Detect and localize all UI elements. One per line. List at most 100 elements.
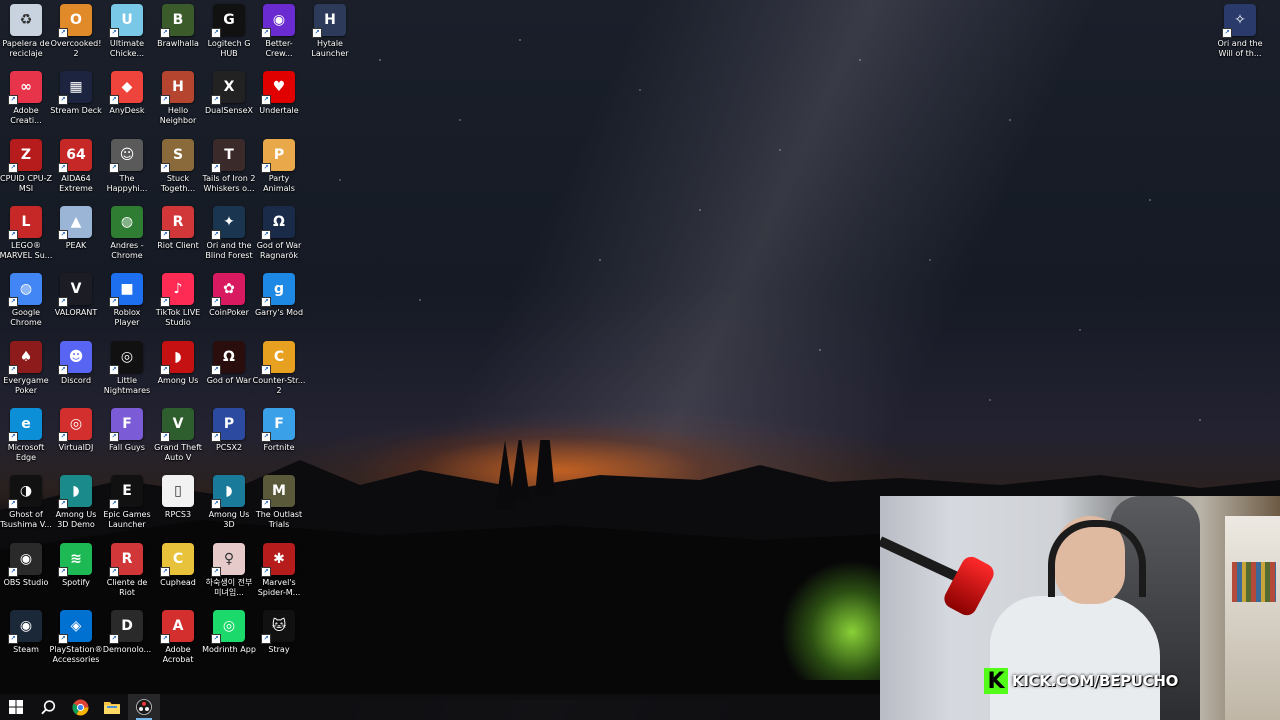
desktop-icon-dualsensex[interactable]: X ↗ DualSenseX: [203, 71, 255, 137]
shortcut-arrow-icon: ↗: [1222, 28, 1232, 38]
shortcut-arrow-icon: ↗: [109, 365, 119, 375]
desktop-icon-spider-man[interactable]: ✱ ↗ Marvel's Spider-M...: [253, 543, 305, 609]
desktop-icon-logitech-ghub[interactable]: G ↗ Logitech G HUB: [203, 4, 255, 70]
desktop-icon-anydesk[interactable]: ◆ ↗ AnyDesk: [101, 71, 153, 137]
desktop-icon-chrome-profile[interactable]: ◍ Andres - Chrome: [101, 206, 153, 272]
desktop-icon-fall-guys[interactable]: F ↗ Fall Guys: [101, 408, 153, 474]
shortcut-arrow-icon: ↗: [160, 230, 170, 240]
desktop-icon-korean-game[interactable]: ♀ ↗ 하숙생이 전부 미녀임...: [203, 543, 255, 609]
shortcut-arrow-icon: ↗: [211, 365, 221, 375]
start-button[interactable]: [0, 694, 32, 720]
desktop-icon-spotify[interactable]: ≋ ↗ Spotify: [50, 543, 102, 609]
desktop-icon-valorant[interactable]: V ↗ VALORANT: [50, 273, 102, 339]
desktop-icon-roblox[interactable]: ■ ↗ Roblox Player: [101, 273, 153, 339]
party-animals-icon: P ↗: [261, 139, 295, 173]
desktop-icon-label: Overcooked! 2: [50, 39, 102, 58]
desktop-icon-better-crewlink[interactable]: ◉ ↗ Better-Crew...: [253, 4, 305, 70]
shortcut-arrow-icon: ↗: [261, 499, 271, 509]
shortcut-arrow-icon: ↗: [8, 432, 18, 442]
webcam-headset: [1048, 520, 1146, 597]
desktop-icon-stuck-together[interactable]: S ↗ Stuck Togeth...: [152, 139, 204, 205]
shortcut-arrow-icon: ↗: [160, 95, 170, 105]
desktop-icon-epic-games[interactable]: E ↗ Epic Games Launcher: [101, 475, 153, 541]
desktop-icon-label: Ori and the Will of th...: [1217, 39, 1263, 58]
desktop-icon-adobe-creative-cloud[interactable]: ∞ ↗ Adobe Creati...: [0, 71, 52, 137]
shortcut-arrow-icon: ↗: [261, 95, 271, 105]
better-crewlink-icon: ◉ ↗: [261, 4, 295, 38]
desktop-icon-aida64[interactable]: 64 ↗ AIDA64 Extreme: [50, 139, 102, 205]
gta-v-icon: V ↗: [160, 408, 194, 442]
desktop-icon-label: Ghost of Tsushima V...: [0, 510, 52, 529]
desktop-icon-recycle-bin[interactable]: ♻ Papelera de reciclaje: [0, 4, 52, 70]
desktop-icon-label: Microsoft Edge: [7, 443, 45, 462]
desktop-icon-peak[interactable]: ▲ ↗ PEAK: [50, 206, 102, 272]
desktop-icon-coinpoker[interactable]: ✿ ↗ CoinPoker: [203, 273, 255, 339]
desktop-icon-ghost-of-tsushima[interactable]: ◑ ↗ Ghost of Tsushima V...: [0, 475, 52, 541]
desktop-icon-virtualdj[interactable]: ◎ ↗ VirtualDJ: [50, 408, 102, 474]
desktop-icon-among-us[interactable]: ◗ ↗ Among Us: [152, 341, 204, 407]
kick-channel-url: KICK.COM/BEPUCHO: [1012, 672, 1179, 690]
desktop-icon-hytale[interactable]: H ↗ Hytale Launcher: [304, 4, 356, 70]
desktop-icon-stray[interactable]: 🐱 ↗ Stray: [253, 610, 305, 676]
aida64-icon: 64 ↗: [58, 139, 92, 173]
taskbar-obs-studio[interactable]: [128, 694, 160, 720]
desktop-icon-among-us-3d[interactable]: ◗ ↗ Among Us 3D: [203, 475, 255, 541]
desktop-icon-hello-neighbor[interactable]: H ↗ Hello Neighbor: [152, 71, 204, 137]
desktop-icon-modrinth[interactable]: ◎ ↗ Modrinth App: [202, 610, 256, 676]
webcam-overlay: K KICK.COM/BEPUCHO: [880, 496, 1280, 720]
shortcut-arrow-icon: ↗: [211, 230, 221, 240]
desktop-icon-obs-studio[interactable]: ◉ ↗ OBS Studio: [0, 543, 52, 609]
desktop-icon-everygame-poker[interactable]: ♠ ↗ Everygame Poker: [0, 341, 52, 407]
taskbar-chrome[interactable]: [64, 694, 96, 720]
desktop-icon-outlast-trials[interactable]: M ↗ The Outlast Trials: [253, 475, 305, 541]
shortcut-arrow-icon: ↗: [8, 499, 18, 509]
desktop-icon-overcooked[interactable]: O ↗ Overcooked! 2: [50, 4, 102, 70]
desktop-icon-cpuz[interactable]: Z ↗ CPUID CPU-Z MSI: [0, 139, 52, 205]
desktop-icon-pcsx2[interactable]: P ↗ PCSX2: [203, 408, 255, 474]
desktop-icon-label: Undertale: [259, 106, 299, 115]
desktop-icon-fortnite[interactable]: F ↗ Fortnite: [253, 408, 305, 474]
everygame-poker-icon: ♠ ↗: [8, 341, 42, 375]
desktop-icon-label: PCSX2: [215, 443, 243, 452]
desktop-icon-brawlhalla[interactable]: B ↗ Brawlhalla: [152, 4, 204, 70]
desktop-icon-ultimate-chicken-horse[interactable]: U ↗ Ultimate Chicke...: [101, 4, 153, 70]
desktop-icon-gta-v[interactable]: V ↗ Grand Theft Auto V: [152, 408, 204, 474]
desktop-icon-rpcs3[interactable]: ▯ RPCS3: [152, 475, 204, 541]
desktop-icon-undertale[interactable]: ♥ ↗ Undertale: [253, 71, 305, 137]
desktop-icon-riot-client[interactable]: R ↗ Riot Client: [152, 206, 204, 272]
desktop-icon-label: Google Chrome: [10, 308, 42, 327]
desktop-icon-lego-marvel[interactable]: L ↗ LEGO® MARVEL Su...: [0, 206, 52, 272]
desktop-icon-happyhills[interactable]: ☺ ↗ The Happyhi...: [101, 139, 153, 205]
cuphead-icon: C ↗: [160, 543, 194, 577]
desktop-icon-stream-deck[interactable]: ▦ ↗ Stream Deck: [50, 71, 102, 137]
desktop-icon-garrys-mod[interactable]: g ↗ Garry's Mod: [253, 273, 305, 339]
desktop-icon-riot-client-es[interactable]: R ↗ Cliente de Riot: [101, 543, 153, 609]
virtualdj-icon: ◎ ↗: [58, 408, 92, 442]
desktop-icon-ori-will-of-wisps[interactable]: ✧ ↗ Ori and the Will of th...: [1214, 4, 1266, 70]
desktop-icon-microsoft-edge[interactable]: e ↗ Microsoft Edge: [0, 408, 52, 474]
tails-of-iron-icon: T ↗: [211, 139, 245, 173]
desktop-icon-playstation-accessories[interactable]: ◈ ↗ PlayStation® Accessories: [49, 610, 103, 676]
desktop-icon-god-of-war[interactable]: Ω ↗ God of War: [203, 341, 255, 407]
desktop-icon-google-chrome[interactable]: ◍ ↗ Google Chrome: [0, 273, 52, 339]
shortcut-arrow-icon: ↗: [58, 95, 68, 105]
desktop-icon-adobe-acrobat[interactable]: A ↗ Adobe Acrobat: [152, 610, 204, 676]
taskbar-file-explorer[interactable]: [96, 694, 128, 720]
undertale-icon: ♥ ↗: [261, 71, 295, 105]
desktop-icon-ori-blind-forest[interactable]: ✦ ↗ Ori and the Blind Forest: [203, 206, 255, 272]
desktop-icon-cuphead[interactable]: C ↗ Cuphead: [152, 543, 204, 609]
search-button[interactable]: [32, 694, 64, 720]
desktop-icon-party-animals[interactable]: P ↗ Party Animals: [253, 139, 305, 205]
desktop-icon-discord[interactable]: ☻ ↗ Discord: [50, 341, 102, 407]
desktop-icon-steam[interactable]: ◉ ↗ Steam: [0, 610, 52, 676]
desktop-icon-among-us-3d-demo[interactable]: ◗ ↗ Among Us 3D Demo: [50, 475, 102, 541]
desktop-icon-god-of-war-ragnarok[interactable]: Ω ↗ God of War Ragnarök: [253, 206, 305, 272]
windows-start-icon: [9, 700, 23, 714]
desktop-icon-little-nightmares[interactable]: ◎ ↗ Little Nightmares: [101, 341, 153, 407]
desktop-icon-tiktok-live[interactable]: ♪ ↗ TikTok LIVE Studio: [152, 273, 204, 339]
shortcut-arrow-icon: ↗: [261, 634, 271, 644]
desktop-icon-label: The Happyhi...: [106, 174, 148, 193]
desktop-icon-demonologist[interactable]: D ↗ Demonolo...: [101, 610, 153, 676]
desktop-icon-tails-of-iron[interactable]: T ↗ Tails of Iron 2 Whiskers o...: [203, 139, 255, 205]
desktop-icon-counter-strike-2[interactable]: C ↗ Counter-Str... 2: [253, 341, 305, 407]
